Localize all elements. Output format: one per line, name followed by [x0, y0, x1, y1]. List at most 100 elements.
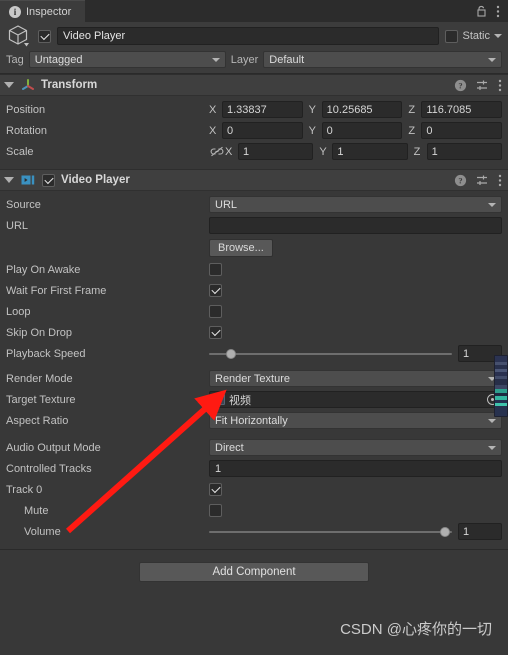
aspect-ratio-dropdown[interactable]: Fit Horizontally — [209, 412, 502, 429]
controlled-tracks-input[interactable]: 1 — [209, 460, 502, 477]
volume-input[interactable]: 1 — [458, 523, 502, 540]
audio-output-mode-value: Direct — [215, 441, 244, 454]
video-player-enabled-checkbox[interactable] — [42, 173, 55, 187]
lock-icon[interactable] — [476, 5, 487, 17]
axis-z-label: Z — [408, 124, 416, 137]
row-audio-output-mode: Audio Output Mode Direct — [6, 438, 502, 457]
layer-dropdown[interactable]: Default — [263, 51, 502, 68]
audio-output-mode-label: Audio Output Mode — [6, 441, 101, 454]
layer-label: Layer — [230, 53, 259, 66]
scale-z-input[interactable]: 1 — [426, 143, 502, 160]
row-loop: Loop — [6, 302, 502, 321]
add-component-button[interactable]: Add Component — [139, 562, 369, 582]
volume-slider-knob[interactable] — [439, 526, 450, 537]
scale-x-input[interactable]: 1 — [238, 143, 314, 160]
video-player-component-header[interactable]: Video Player ? — [0, 169, 508, 191]
rotation-y-group: Y 0 — [309, 122, 403, 139]
track0-fields — [209, 483, 502, 496]
audio-output-mode-dropdown[interactable]: Direct — [209, 439, 502, 456]
skip-on-drop-fields — [209, 326, 502, 339]
loop-label: Loop — [6, 305, 31, 318]
rotation-fields: X 0 Y 0 Z 0 — [209, 122, 503, 139]
skip-on-drop-label: Skip On Drop — [6, 326, 73, 339]
svg-text:?: ? — [458, 175, 462, 185]
position-y-input[interactable]: 10.25685 — [321, 101, 403, 118]
video-player-title: Video Player — [61, 174, 130, 186]
scale-y-group: Y 1 — [319, 143, 408, 160]
track0-checkbox[interactable] — [209, 483, 222, 496]
link-broken-icon[interactable] — [209, 146, 225, 157]
wait-for-first-frame-checkbox[interactable] — [209, 284, 222, 297]
position-z-value: 116.7085 — [426, 103, 472, 116]
row-wait-for-first-frame: Wait For First Frame — [6, 281, 502, 300]
tab-inspector-label: Inspector — [26, 5, 72, 18]
tab-bar: i Inspector — [0, 0, 508, 22]
preset-sliders-icon[interactable] — [476, 79, 489, 92]
transform-body: Position X 1.33837 Y 10.25685 Z 116.7085 — [0, 96, 508, 169]
gameobject-enabled-checkbox[interactable] — [38, 29, 51, 43]
watermark: CSDN @心疼你的一切 — [340, 621, 492, 638]
position-x-input[interactable]: 1.33837 — [222, 101, 303, 118]
kebab-menu-icon[interactable] — [498, 79, 502, 92]
position-label: Position — [6, 103, 46, 116]
volume-slider-track — [209, 530, 452, 533]
preset-sliders-icon[interactable] — [476, 174, 489, 187]
rotation-y-input[interactable]: 0 — [321, 122, 403, 139]
play-on-awake-fields — [209, 263, 502, 276]
render-mode-value: Render Texture — [215, 372, 291, 385]
row-playback-speed: Playback Speed 1 — [6, 344, 502, 363]
row-controlled-tracks: Controlled Tracks 1 — [6, 459, 502, 478]
volume-slider[interactable] — [209, 523, 452, 540]
render-mode-dropdown[interactable]: Render Texture — [209, 370, 502, 387]
playback-speed-slider-knob[interactable] — [225, 348, 236, 359]
position-z-group: Z 116.7085 — [408, 101, 503, 118]
url-input[interactable] — [209, 217, 502, 234]
rotation-x-value: 0 — [227, 124, 234, 137]
position-fields: X 1.33837 Y 10.25685 Z 116.7085 — [209, 101, 503, 118]
playback-speed-slider[interactable] — [209, 345, 452, 362]
tab-inspector[interactable]: i Inspector — [0, 0, 86, 22]
transform-row-position: Position X 1.33837 Y 10.25685 Z 116.7085 — [6, 100, 503, 119]
position-z-input[interactable]: 116.7085 — [421, 101, 503, 118]
browse-button-label: Browse... — [218, 241, 264, 254]
loop-checkbox[interactable] — [209, 305, 222, 318]
rotation-z-value: 0 — [426, 124, 433, 137]
kebab-menu-icon[interactable] — [498, 174, 502, 187]
controlled-tracks-fields: 1 — [209, 460, 502, 477]
source-dropdown[interactable]: URL — [209, 196, 502, 213]
axis-z-label: Z — [413, 145, 421, 158]
mute-fields — [209, 504, 502, 517]
render-texture-preview — [494, 355, 508, 417]
tag-dropdown[interactable]: Untagged — [28, 51, 226, 68]
static-checkbox[interactable] — [445, 29, 459, 43]
transform-component-header[interactable]: Transform ? — [0, 74, 508, 96]
source-value: URL — [215, 198, 238, 211]
video-player-foldout-icon[interactable] — [4, 177, 14, 183]
gameobject-name-field[interactable]: Video Player — [57, 27, 440, 45]
row-url: URL — [6, 216, 502, 235]
play-on-awake-checkbox[interactable] — [209, 263, 222, 276]
row-source: Source URL — [6, 195, 502, 214]
tag-label: Tag — [6, 53, 24, 66]
render-mode-fields: Render Texture — [209, 370, 502, 387]
help-icon[interactable]: ? — [454, 79, 467, 92]
tab-bar-spacer — [85, 0, 476, 22]
skip-on-drop-checkbox[interactable] — [209, 326, 222, 339]
video-player-icon — [21, 174, 36, 187]
kebab-menu-icon[interactable] — [496, 5, 500, 18]
add-component-area: Add Component — [0, 549, 508, 594]
help-icon[interactable]: ? — [454, 174, 467, 187]
row-aspect-ratio: Aspect Ratio Fit Horizontally — [6, 411, 502, 430]
transform-foldout-icon[interactable] — [4, 82, 14, 88]
rotation-x-input[interactable]: 0 — [222, 122, 303, 139]
transform-axis-icon — [21, 78, 35, 92]
mute-checkbox[interactable] — [209, 504, 222, 517]
scale-y-input[interactable]: 1 — [332, 143, 408, 160]
tag-value: Untagged — [34, 53, 83, 66]
render-texture-icon — [214, 394, 225, 405]
target-texture-object-field[interactable]: 视频 — [209, 391, 502, 408]
row-volume: Volume 1 — [6, 522, 502, 541]
rotation-z-input[interactable]: 0 — [421, 122, 503, 139]
static-dropdown-chevron-down-icon[interactable] — [494, 34, 502, 38]
browse-button[interactable]: Browse... — [209, 238, 273, 257]
